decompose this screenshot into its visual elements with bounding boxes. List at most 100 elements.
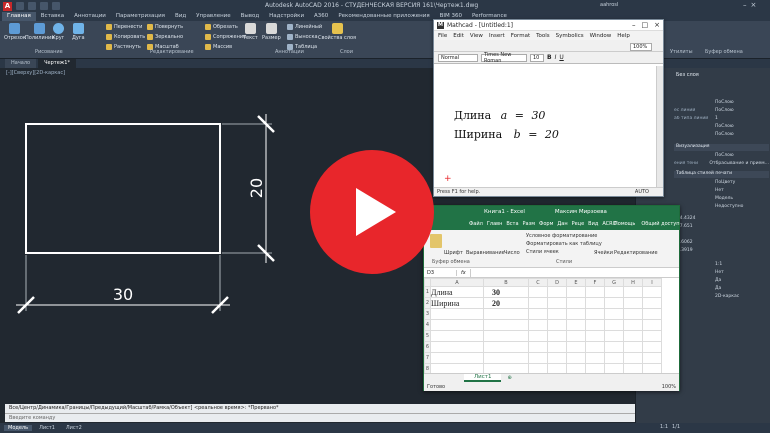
share-button[interactable]: Общий доступ [641, 221, 679, 227]
autocad-logo-icon[interactable]: A [3, 1, 12, 11]
cell[interactable] [604, 341, 624, 353]
excel-ribbon-tab[interactable]: Дан [557, 221, 567, 227]
polyline-tool[interactable]: Полилиния [25, 23, 54, 41]
cell[interactable] [528, 363, 548, 373]
cell[interactable] [604, 286, 624, 298]
cell[interactable] [585, 363, 605, 373]
underline-icon[interactable]: U [559, 54, 563, 61]
cell[interactable] [430, 341, 484, 353]
cell[interactable] [566, 352, 586, 364]
cell[interactable] [623, 297, 643, 309]
column-header[interactable]: G [604, 278, 624, 287]
cell[interactable] [585, 297, 605, 309]
alignment-group[interactable]: Выравнивание [466, 250, 505, 256]
property-row[interactable]: Да [674, 286, 769, 291]
ribbon-tab[interactable]: Главная [2, 12, 36, 21]
property-row[interactable]: ПоСлою [674, 100, 769, 105]
mathcad-menu-item[interactable]: Window [590, 33, 612, 39]
ribbon-tab[interactable]: Рекомендованные приложения [333, 12, 434, 21]
cell[interactable] [585, 330, 605, 342]
cells-group[interactable]: Ячейки [594, 250, 613, 256]
property-row[interactable]: 2D-каркас [674, 294, 769, 299]
leader-tool[interactable]: Выноска [287, 34, 318, 40]
excel-ribbon-tab[interactable]: Разм [523, 221, 536, 227]
column-header[interactable]: A [430, 278, 484, 287]
user-name[interactable]: aahrosl [600, 2, 618, 8]
cell[interactable] [547, 286, 567, 298]
property-value[interactable]: 82.3919 [674, 248, 769, 253]
help-search[interactable]: Помощь [614, 221, 635, 227]
property-row[interactable]: 1:1 [674, 262, 769, 267]
cell[interactable] [642, 341, 662, 353]
cell[interactable] [547, 330, 567, 342]
ribbon-tab[interactable]: Аннотации [69, 12, 111, 21]
property-row[interactable]: Нет [674, 188, 769, 193]
cell[interactable]: 30 [483, 286, 529, 298]
cell[interactable] [585, 319, 605, 331]
fillet-tool[interactable]: Сопряжение [205, 34, 246, 40]
cell[interactable]: 20 [483, 297, 529, 309]
mirror-tool[interactable]: Зеркально [147, 34, 183, 40]
close-icon[interactable]: × [654, 21, 660, 29]
close-icon[interactable]: × [751, 1, 757, 9]
format-as-table[interactable]: Форматировать как таблицу [526, 241, 602, 247]
cell[interactable] [547, 308, 567, 320]
cell[interactable] [604, 330, 624, 342]
italic-icon[interactable]: I [555, 54, 557, 61]
tab-start[interactable]: Начало [5, 59, 37, 68]
property-row[interactable]: ПоСлою [674, 132, 769, 137]
ribbon-tab[interactable]: Вывод [236, 12, 265, 21]
cell[interactable] [430, 319, 484, 331]
circle-tool[interactable]: Круг [52, 23, 64, 41]
cell[interactable]: Ширина [430, 297, 484, 309]
rotate-tool[interactable]: Повернуть [147, 24, 183, 30]
group-draw[interactable]: Рисование [35, 49, 63, 55]
cell[interactable] [623, 308, 643, 320]
cell[interactable] [604, 319, 624, 331]
mathcad-menu-item[interactable]: Symbolics [556, 33, 584, 39]
cell[interactable] [642, 297, 662, 309]
tab-model[interactable]: Модель [4, 425, 33, 431]
tab-sheet1[interactable]: Лист1 [35, 425, 59, 431]
cell[interactable] [528, 341, 548, 353]
ribbon-tab[interactable]: Вставка [36, 12, 69, 21]
cell[interactable] [547, 352, 567, 364]
cell[interactable] [566, 330, 586, 342]
number-group[interactable]: Число [504, 250, 520, 256]
cell[interactable] [483, 319, 529, 331]
cell[interactable] [528, 330, 548, 342]
style-select[interactable]: Normal [438, 53, 478, 62]
tab-drawing1[interactable]: Чертеж1* [38, 59, 76, 68]
cell[interactable] [604, 352, 624, 364]
mathcad-scrollbar[interactable] [656, 66, 663, 188]
palette-selection[interactable]: Без слоя [676, 72, 699, 78]
font-size-select[interactable]: 10 [530, 53, 544, 62]
excel-ribbon-tab[interactable]: Вста [506, 221, 518, 227]
column-header[interactable]: H [623, 278, 643, 287]
property-value[interactable]: 397.651 [674, 224, 769, 229]
cell[interactable] [483, 308, 529, 320]
trim-tool[interactable]: Обрезать [205, 24, 238, 30]
cell[interactable] [566, 319, 586, 331]
text-tool[interactable]: Текст [243, 23, 258, 41]
minimize-icon[interactable]: – [743, 1, 747, 9]
cell[interactable] [623, 352, 643, 364]
cell[interactable] [585, 286, 605, 298]
editing-group[interactable]: Редактирование [614, 250, 658, 256]
stretch-tool[interactable]: Растянуть [106, 44, 141, 50]
cell[interactable] [528, 286, 548, 298]
cell[interactable] [642, 363, 662, 373]
length-expression[interactable]: Длина a = 30 [454, 109, 545, 122]
ribbon-tab[interactable]: Параметризация [111, 12, 170, 21]
excel-zoom[interactable]: 100% [662, 384, 676, 390]
property-row[interactable]: Нет [674, 270, 769, 275]
save-icon[interactable] [28, 2, 36, 10]
ribbon-tab[interactable]: Управление [191, 12, 236, 21]
arc-tool[interactable]: Дуга [72, 23, 85, 41]
property-row[interactable]: аб типа линий 1 [674, 116, 769, 121]
line-tool[interactable]: Отрезок [4, 23, 26, 41]
name-box[interactable]: D3 [427, 269, 457, 276]
zoom-select[interactable]: 100% [630, 43, 652, 51]
cell[interactable] [547, 297, 567, 309]
column-header[interactable]: B [483, 278, 529, 287]
